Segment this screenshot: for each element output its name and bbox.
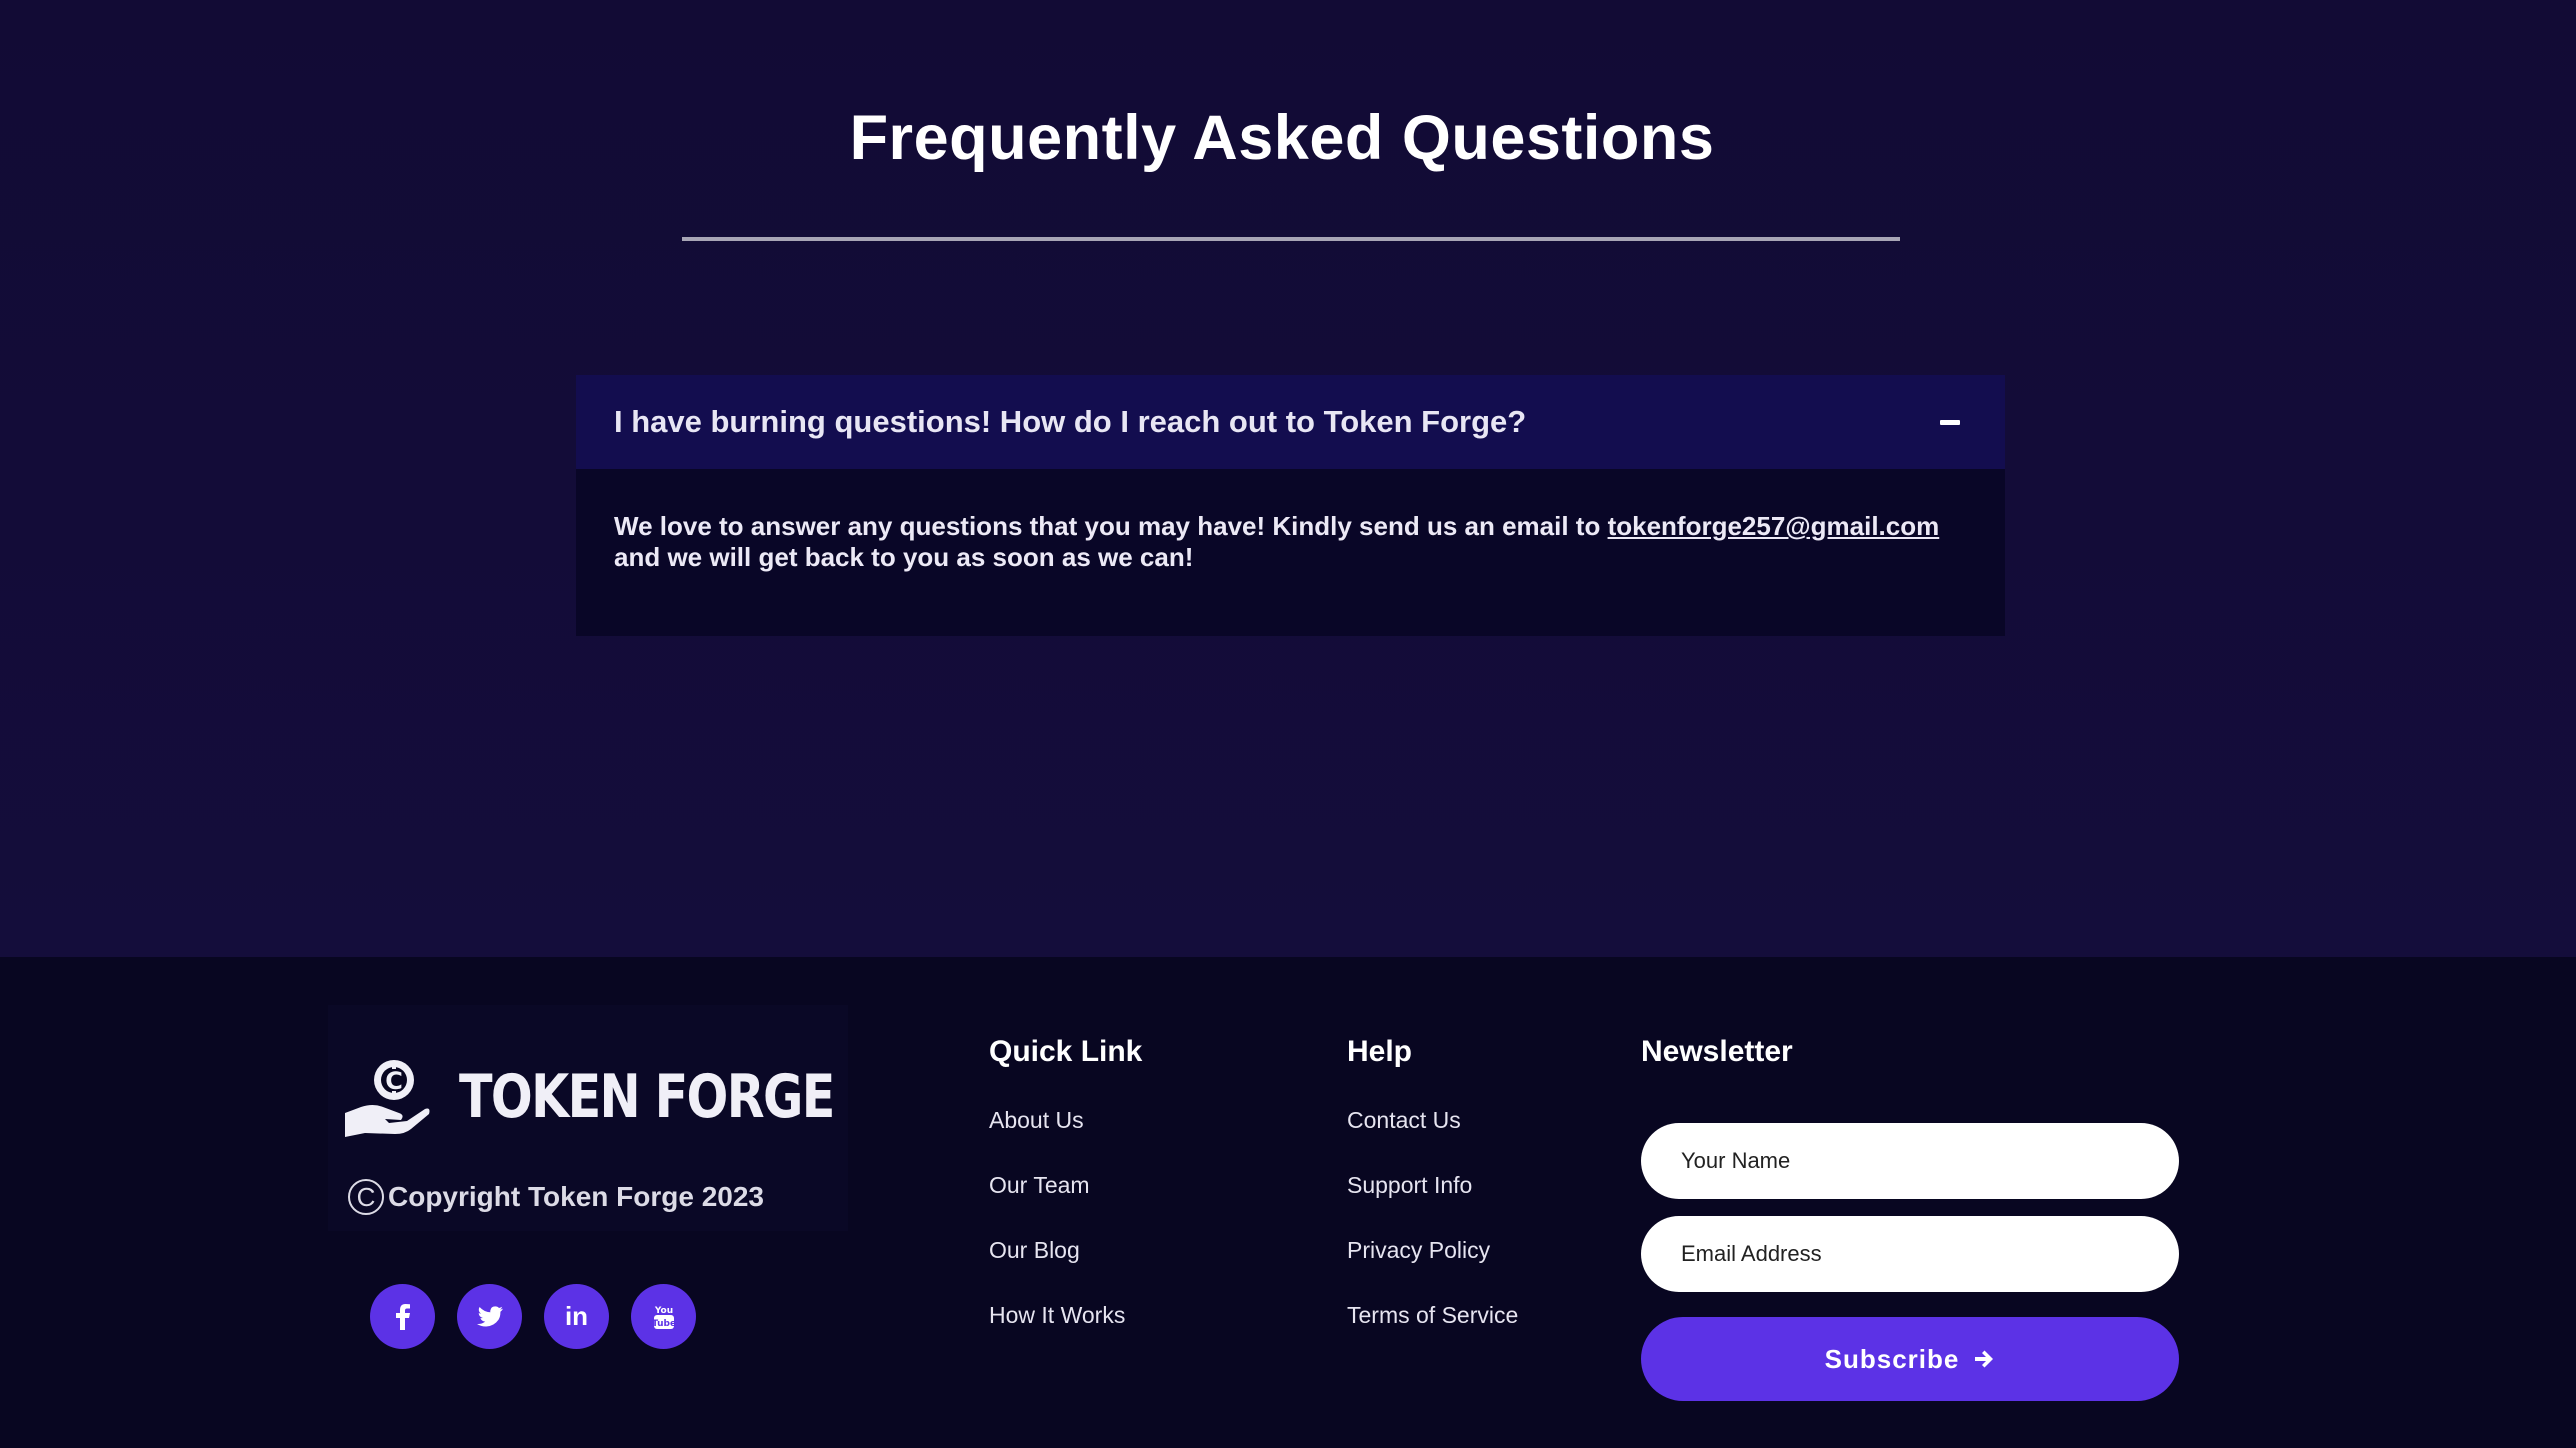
link-privacy-policy[interactable]: Privacy Policy — [1347, 1235, 1518, 1265]
svg-text:C: C — [385, 1067, 403, 1095]
help-column: Help Contact Us Support Info Privacy Pol… — [1347, 1027, 1518, 1365]
faq-question-toggle[interactable]: I have burning questions! How do I reach… — [576, 375, 2005, 469]
link-how-it-works[interactable]: How It Works — [989, 1300, 1142, 1330]
minus-icon[interactable] — [1933, 405, 1967, 439]
link-contact-us[interactable]: Contact Us — [1347, 1105, 1518, 1135]
faq-title: Frequently Asked Questions — [849, 103, 1715, 173]
linkedin-icon[interactable]: in — [544, 1284, 609, 1349]
name-input[interactable] — [1641, 1123, 2179, 1199]
newsletter-heading: Newsletter — [1641, 1035, 1793, 1068]
link-terms-of-service[interactable]: Terms of Service — [1347, 1300, 1518, 1330]
copyright-icon: C — [348, 1179, 384, 1215]
quick-link-column: Quick Link About Us Our Team Our Blog Ho… — [989, 1027, 1142, 1365]
youtube-icon[interactable]: You Tube — [631, 1284, 696, 1349]
help-heading: Help — [1347, 1035, 1413, 1068]
social-links: in You Tube — [370, 1284, 696, 1349]
svg-text:You: You — [653, 1306, 672, 1316]
copyright: C Copyright Token Forge 2023 — [348, 1179, 764, 1215]
hand-coin-icon: C — [345, 1060, 430, 1137]
faq-answer-text-continued: and we will get back to you as soon as w… — [614, 542, 1194, 572]
quick-link-heading: Quick Link — [989, 1035, 1143, 1068]
faq-item: I have burning questions! How do I reach… — [576, 375, 2005, 636]
link-support-info[interactable]: Support Info — [1347, 1170, 1518, 1200]
copyright-text: Copyright Token Forge 2023 — [388, 1181, 764, 1212]
faq-question: I have burning questions! How do I reach… — [614, 404, 1527, 439]
facebook-icon[interactable] — [370, 1284, 435, 1349]
twitter-icon[interactable] — [457, 1284, 522, 1349]
subscribe-label: Subscribe — [1824, 1343, 1960, 1374]
faq-email-link[interactable]: tokenforge257@gmail.com — [1608, 511, 1940, 541]
linkedin-label: in — [564, 1301, 589, 1331]
brand-name: TOKEN FORGE — [459, 1062, 835, 1132]
faq-answer-text: We love to answer any questions that you… — [614, 511, 1608, 541]
newsletter-column: Newsletter Subscribe — [1641, 1027, 2181, 1401]
faq-answer: We love to answer any questions that you… — [576, 469, 2005, 636]
link-our-blog[interactable]: Our Blog — [989, 1235, 1142, 1265]
link-about-us[interactable]: About Us — [989, 1105, 1142, 1135]
faq-section: Frequently Asked Questions I have burnin… — [0, 0, 2576, 957]
subscribe-button[interactable]: Subscribe — [1641, 1317, 2179, 1401]
svg-text:Tube: Tube — [653, 1319, 675, 1329]
faq-divider — [682, 237, 1900, 241]
brand-logo[interactable]: C TOKEN FORGE — [343, 1057, 916, 1137]
footer: C TOKEN FORGE C Copyright Token Forge 20… — [0, 957, 2576, 1448]
link-our-team[interactable]: Our Team — [989, 1170, 1142, 1200]
arrow-right-icon — [1975, 1350, 1994, 1368]
email-input[interactable] — [1641, 1216, 2179, 1292]
